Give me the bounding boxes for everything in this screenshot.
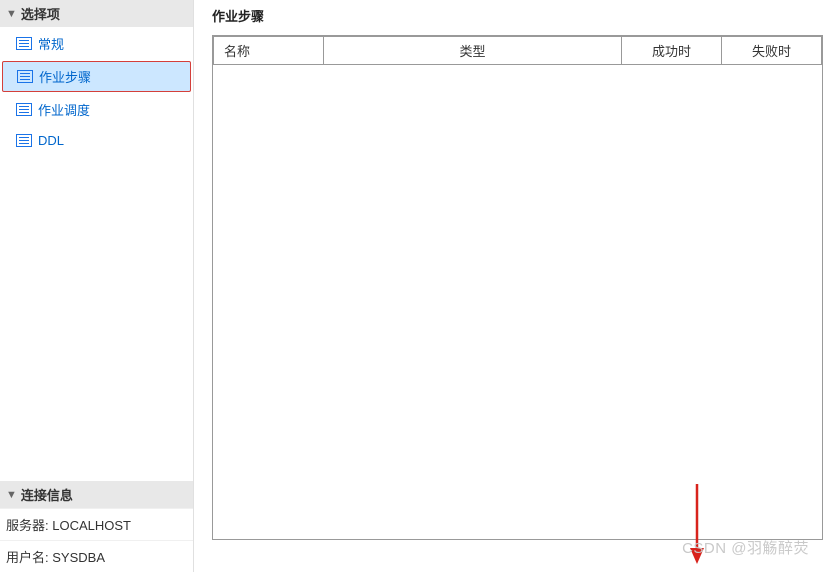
- main-panel: 作业步骤 名称 类型 成功时 失败时: [194, 0, 827, 572]
- connection-info: ▼ 连接信息 服务器: LOCALHOST 用户名: SYSDBA: [0, 481, 193, 572]
- list-icon: [16, 103, 32, 117]
- sidebar: ▼ 选择项 常规 作业步骤 作业调度: [0, 0, 194, 572]
- options-section-title: 选择项: [21, 4, 60, 23]
- connection-section-title: 连接信息: [21, 485, 73, 504]
- chevron-down-icon: ▼: [6, 8, 17, 20]
- steps-table: 名称 类型 成功时 失败时: [213, 36, 822, 65]
- user-info-row: 用户名: SYSDBA: [0, 540, 193, 572]
- sidebar-item-label: 常规: [38, 34, 64, 53]
- sidebar-item-label: DDL: [38, 133, 64, 148]
- column-name[interactable]: 名称: [214, 37, 324, 65]
- column-success[interactable]: 成功时: [622, 37, 722, 65]
- server-label: 服务器:: [6, 518, 49, 533]
- user-label: 用户名:: [6, 550, 49, 565]
- column-type[interactable]: 类型: [324, 37, 622, 65]
- sidebar-item-job-schedule[interactable]: 作业调度: [0, 93, 193, 126]
- options-section-header[interactable]: ▼ 选择项: [0, 0, 193, 27]
- connection-section-header[interactable]: ▼ 连接信息: [0, 481, 193, 508]
- sidebar-top: ▼ 选择项 常规 作业步骤 作业调度: [0, 0, 193, 155]
- sidebar-item-general[interactable]: 常规: [0, 27, 193, 60]
- server-info-row: 服务器: LOCALHOST: [0, 508, 193, 540]
- list-icon: [17, 70, 33, 84]
- sidebar-item-label: 作业步骤: [39, 67, 91, 86]
- column-fail[interactable]: 失败时: [722, 37, 822, 65]
- sidebar-item-ddl[interactable]: DDL: [0, 126, 193, 155]
- list-icon: [16, 37, 32, 51]
- sidebar-item-label: 作业调度: [38, 100, 90, 119]
- table-header-row: 名称 类型 成功时 失败时: [214, 37, 822, 65]
- server-value: LOCALHOST: [52, 518, 131, 533]
- user-value: SYSDBA: [52, 550, 105, 565]
- page-title: 作业步骤: [212, 0, 827, 35]
- list-icon: [16, 134, 32, 148]
- sidebar-item-job-steps[interactable]: 作业步骤: [2, 61, 191, 92]
- chevron-down-icon: ▼: [6, 489, 17, 501]
- steps-table-container[interactable]: 名称 类型 成功时 失败时: [212, 35, 823, 540]
